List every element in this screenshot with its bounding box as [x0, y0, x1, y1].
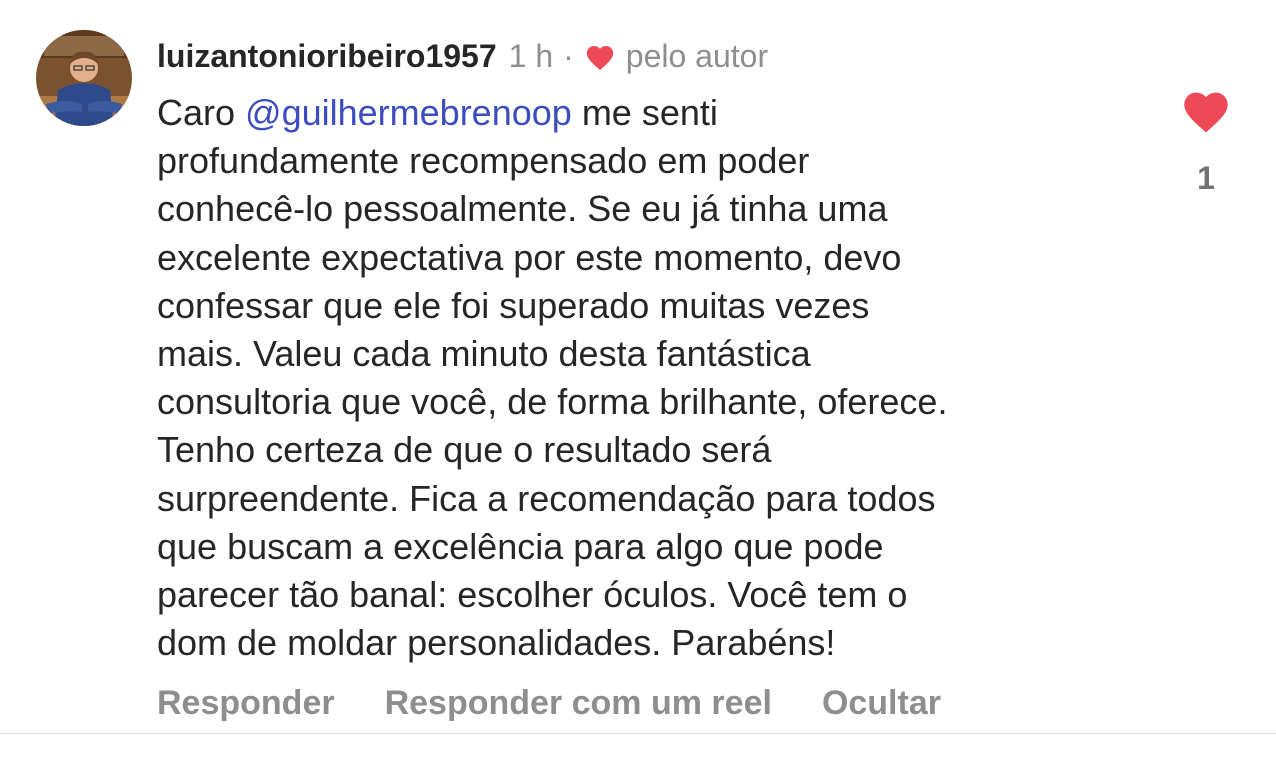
comment-line: excelente expectativa por este momento, … — [157, 236, 902, 278]
comment-line: parecer tão banal: escolher óculos. Você… — [157, 574, 908, 616]
comment-line: profundamente recompensado em poder — [157, 140, 810, 182]
comment-line: confessar que ele foi superado muitas ve… — [157, 284, 870, 326]
avatar-photo — [36, 30, 132, 126]
comment-actions: Responder Responder com um reel Ocultar — [157, 680, 941, 726]
comment-text-rest: me senti — [581, 92, 718, 133]
username[interactable]: luizantonioribeiro1957 — [157, 38, 497, 75]
hide-button[interactable]: Ocultar — [822, 684, 941, 723]
timestamp: 1 h — [508, 37, 554, 74]
divider — [0, 733, 1276, 734]
liked-by-author-label: pelo autor — [625, 37, 769, 74]
comment-line-1: Caro @guilhermebrenoop me senti — [157, 89, 1157, 137]
comment-line: surpreendente. Fica a recomendação para … — [157, 477, 936, 519]
comment-line: dom de moldar personalidades. Parabéns! — [157, 622, 836, 664]
reply-button[interactable]: Responder — [157, 684, 335, 723]
separator-dot: · — [563, 37, 574, 74]
avatar[interactable] — [36, 30, 132, 126]
comment-line: conhecê-lo pessoalmente. Se eu já tinha … — [157, 188, 888, 230]
mention-link[interactable]: @guilhermebrenoop — [245, 92, 572, 133]
heart-icon — [1184, 92, 1228, 133]
reply-with-reel-button[interactable]: Responder com um reel — [385, 684, 772, 723]
like-button[interactable] — [1180, 86, 1232, 138]
comment-text-start: Caro — [157, 92, 236, 133]
comment-line: mais. Valeu cada minuto desta fantástica — [157, 333, 811, 375]
comment-line: consultoria que você, de forma brilhante… — [157, 381, 948, 423]
heart-icon — [584, 42, 616, 71]
like-count[interactable]: 1 — [1180, 160, 1232, 197]
comment-text: Caro @guilhermebrenoop me senti profunda… — [157, 89, 1157, 667]
comment-line: que buscam a excelência para algo que po… — [157, 525, 884, 567]
comment-header: luizantonioribeiro1957 1 h · pelo autor — [157, 34, 768, 78]
comment-line: Tenho certeza de que o resultado será — [157, 429, 772, 471]
